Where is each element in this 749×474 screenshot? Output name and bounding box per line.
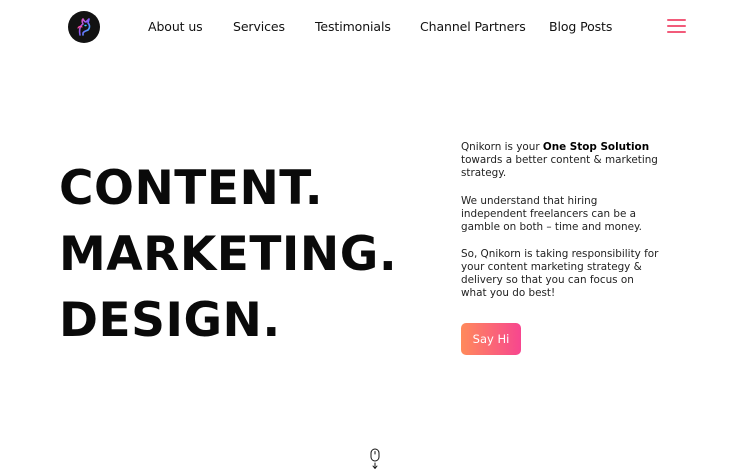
headline-line-marketing: MARKETING.	[59, 227, 398, 282]
hero-description: Qnikorn is your One Stop Solution toward…	[461, 141, 661, 300]
landing-page: About us Services Testimonials Channel P…	[0, 0, 749, 474]
mouse-scroll-down-icon[interactable]	[369, 448, 381, 470]
hamburger-bar	[667, 19, 686, 21]
hamburger-bar	[667, 31, 686, 33]
intro-prefix: Qnikorn is your	[461, 141, 543, 153]
nav-blog-posts[interactable]: Blog Posts	[549, 18, 612, 36]
nav-channel-partners[interactable]: Channel Partners	[420, 18, 526, 36]
freelancers-paragraph: We understand that hiring independent fr…	[461, 195, 642, 233]
responsibility-paragraph: So, Qnikorn is taking responsibility for…	[461, 248, 659, 299]
hero-headline: CONTENT. MARKETING. DESIGN.	[59, 156, 397, 354]
hamburger-menu-icon[interactable]	[667, 19, 686, 33]
headline-line-content: CONTENT.	[59, 161, 324, 216]
hamburger-bar	[667, 25, 686, 27]
headline-line-design: DESIGN.	[59, 293, 281, 348]
nav-testimonials[interactable]: Testimonials	[315, 18, 391, 36]
main-nav: About us Services Testimonials Channel P…	[0, 18, 749, 36]
intro-suffix: towards a better content & marketing str…	[461, 154, 658, 179]
nav-services[interactable]: Services	[233, 18, 285, 36]
say-hi-button[interactable]: Say Hi	[461, 323, 521, 355]
intro-paragraph: Qnikorn is your One Stop Solution toward…	[461, 141, 661, 180]
nav-about-us[interactable]: About us	[148, 18, 203, 36]
intro-highlight: One Stop Solution	[542, 141, 650, 153]
